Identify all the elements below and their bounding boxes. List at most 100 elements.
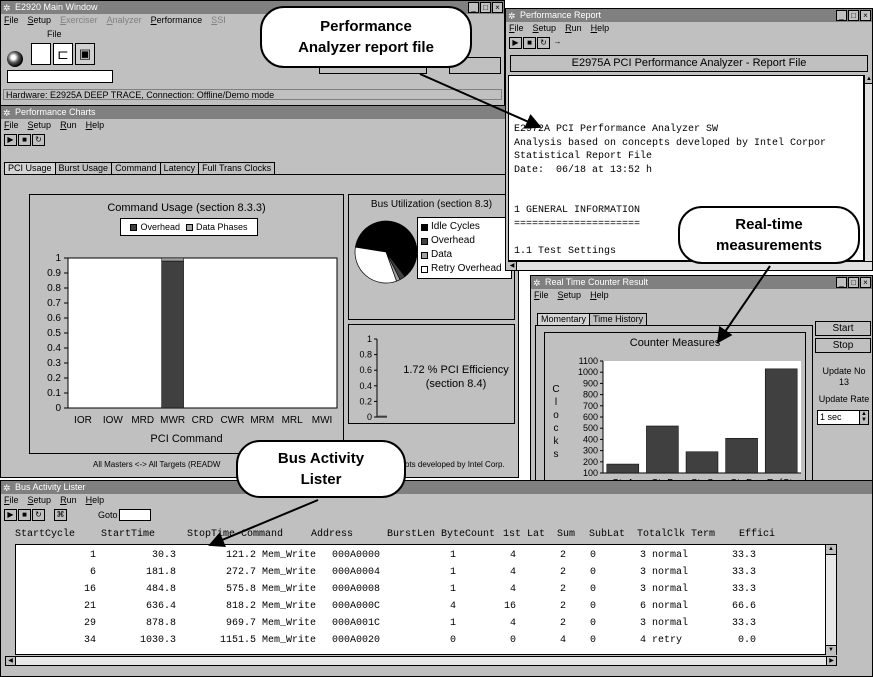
- tab-pci-usage[interactable]: PCI Usage: [4, 162, 56, 174]
- update-no-label: Update No: [822, 366, 866, 376]
- column-header[interactable]: Term: [685, 528, 735, 542]
- menu-help[interactable]: Help: [590, 289, 609, 302]
- table-row[interactable]: 16 484.8 575.8 Mem_Write 000A0008 1 4 2 0 3 normal…: [16, 581, 836, 598]
- menu-help[interactable]: Help: [86, 119, 105, 132]
- scroll-left-icon[interactable]: ◀: [6, 657, 16, 665]
- minimize-icon[interactable]: _: [836, 10, 847, 21]
- lister-vscrollbar[interactable]: ▲ ▼: [825, 545, 836, 655]
- perf-footer-left: All Masters <-> All Targets (READW: [93, 460, 221, 469]
- column-header[interactable]: Address: [305, 528, 375, 542]
- table-row[interactable]: 34 1030.3 1151.5 Mem_Write 000A0020 0 0 4 0 4 retr…: [16, 632, 836, 649]
- close-icon[interactable]: ×: [860, 10, 871, 21]
- menu-file[interactable]: File: [509, 22, 524, 35]
- table-cell: 1151.5: [219, 635, 256, 646]
- menu-file[interactable]: File: [4, 494, 19, 507]
- column-header[interactable]: 1st Lat: [495, 528, 545, 542]
- maximize-icon[interactable]: □: [848, 277, 859, 288]
- menu-run[interactable]: Run: [565, 22, 582, 35]
- tab-burst-usage[interactable]: Burst Usage: [54, 162, 113, 174]
- tab-momentary[interactable]: Momentary: [537, 313, 591, 325]
- column-header[interactable]: ByteCount: [435, 528, 495, 542]
- pci-efficiency-text: 1.72 % PCI Efficiency (section 8.4): [397, 363, 515, 391]
- menu-ssi[interactable]: SSI: [211, 14, 226, 27]
- menu-analyzer[interactable]: Analyzer: [107, 14, 142, 27]
- globe-icon[interactable]: [7, 51, 23, 67]
- refresh-icon[interactable]: ↻: [32, 134, 45, 146]
- lister-titlebar[interactable]: ✲ Bus Activity Lister: [1, 481, 872, 494]
- stop-button[interactable]: Stop: [815, 338, 871, 353]
- export-icon[interactable]: →: [551, 37, 564, 49]
- refresh-icon[interactable]: ↻: [32, 509, 45, 521]
- column-header[interactable]: SubLat: [575, 528, 625, 542]
- run-icon[interactable]: ▶: [509, 37, 522, 49]
- menu-exerciser[interactable]: Exerciser: [60, 14, 98, 27]
- run-icon[interactable]: ▶: [4, 509, 17, 521]
- maximize-icon[interactable]: □: [848, 10, 859, 21]
- tab-command[interactable]: Command: [111, 162, 161, 174]
- menu-help[interactable]: Help: [86, 494, 105, 507]
- menu-file[interactable]: File: [4, 14, 19, 27]
- binoculars-icon[interactable]: ⌘: [54, 509, 67, 521]
- table-cell: 33.3: [731, 567, 756, 578]
- scroll-up-icon[interactable]: ▲: [826, 545, 836, 555]
- spinner-arrows-icon[interactable]: ▲ ▼: [859, 411, 868, 424]
- stop-icon[interactable]: ■: [18, 509, 31, 521]
- save-icon[interactable]: ▣: [75, 43, 95, 65]
- tab-full-trans-clocks[interactable]: Full Trans Clocks: [198, 162, 276, 174]
- menu-help[interactable]: Help: [591, 22, 610, 35]
- column-header[interactable]: Command: [235, 528, 305, 542]
- menu-setup[interactable]: Setup: [533, 22, 557, 35]
- table-row[interactable]: 21 636.4 818.2 Mem_Write 000A000C 4 16 2 0 6 norma…: [16, 598, 836, 615]
- menu-run[interactable]: Run: [60, 119, 77, 132]
- menu-performance[interactable]: Performance: [151, 14, 203, 27]
- lister-hscrollbar[interactable]: ◀ ▶: [5, 656, 837, 666]
- column-header[interactable]: StopTime: [155, 528, 235, 542]
- rtc-titlebar[interactable]: ✲ Real Time Counter Result _ □ ×: [531, 276, 872, 289]
- column-header[interactable]: Sum: [545, 528, 575, 542]
- tab-time-history[interactable]: Time History: [589, 313, 648, 325]
- stop-icon[interactable]: ■: [523, 37, 536, 49]
- perf-charts-title: Performance Charts: [15, 107, 96, 117]
- menu-setup[interactable]: Setup: [558, 289, 582, 302]
- column-header[interactable]: StartCycle: [5, 528, 75, 542]
- scroll-right-icon[interactable]: ▶: [826, 657, 836, 665]
- run-icon[interactable]: ▶: [4, 134, 17, 146]
- column-header[interactable]: TotalClk: [625, 528, 685, 542]
- menu-run[interactable]: Run: [60, 494, 77, 507]
- menu-setup[interactable]: Setup: [28, 14, 52, 27]
- table-row[interactable]: 6 181.8 272.7 Mem_Write 000A0004 1 4 2 0 3 normal 3…: [16, 564, 836, 581]
- start-button[interactable]: Start: [815, 321, 871, 336]
- scroll-up-icon[interactable]: ▲: [865, 75, 872, 84]
- menu-file[interactable]: File: [4, 119, 19, 132]
- open-folder-icon[interactable]: ⊏: [53, 43, 73, 65]
- minimize-icon[interactable]: _: [836, 277, 847, 288]
- column-header[interactable]: BurstLen: [375, 528, 435, 542]
- callout-lister-line2: Lister: [300, 471, 342, 488]
- scroll-left-icon[interactable]: ◀: [508, 262, 517, 270]
- report-titlebar[interactable]: ✲ Performance Report _ □ ×: [506, 9, 872, 22]
- table-row[interactable]: 29 878.8 969.7 Mem_Write 000A001C 1 4 2 0 3 normal…: [16, 615, 836, 632]
- perf-charts-toolbar: ▶ ■ ↻: [1, 132, 518, 148]
- refresh-icon[interactable]: ↻: [537, 37, 550, 49]
- column-header[interactable]: Effici: [735, 528, 775, 542]
- table-row[interactable]: 1 30.3 121.2 Mem_Write 000A0000 1 4 2 0 3 normal 33…: [16, 547, 836, 564]
- report-vscrollbar[interactable]: ▲: [864, 75, 872, 261]
- column-header[interactable]: StartTime: [75, 528, 155, 542]
- maximize-icon[interactable]: □: [480, 2, 491, 13]
- close-icon[interactable]: ×: [492, 2, 503, 13]
- minimize-icon[interactable]: _: [468, 2, 479, 13]
- tab-latency[interactable]: Latency: [159, 162, 200, 174]
- stop-icon[interactable]: ■: [18, 134, 31, 146]
- start-button-label: Start: [832, 323, 854, 334]
- menu-setup[interactable]: Setup: [28, 494, 52, 507]
- lister-table[interactable]: 1 30.3 121.2 Mem_Write 000A0000 1 4 2 0 3 normal 33…: [15, 544, 837, 655]
- new-file-icon[interactable]: [31, 43, 51, 65]
- menu-file[interactable]: File: [534, 289, 549, 302]
- goto-input[interactable]: [118, 509, 151, 521]
- scroll-down-icon[interactable]: ▼: [826, 645, 836, 655]
- table-cell: normal: [652, 550, 689, 561]
- menu-setup[interactable]: Setup: [28, 119, 52, 132]
- close-icon[interactable]: ×: [860, 277, 871, 288]
- perf-charts-titlebar[interactable]: ✲ Performance Charts _: [1, 106, 518, 119]
- update-rate-spinner[interactable]: 1 sec ▲ ▼: [817, 410, 869, 425]
